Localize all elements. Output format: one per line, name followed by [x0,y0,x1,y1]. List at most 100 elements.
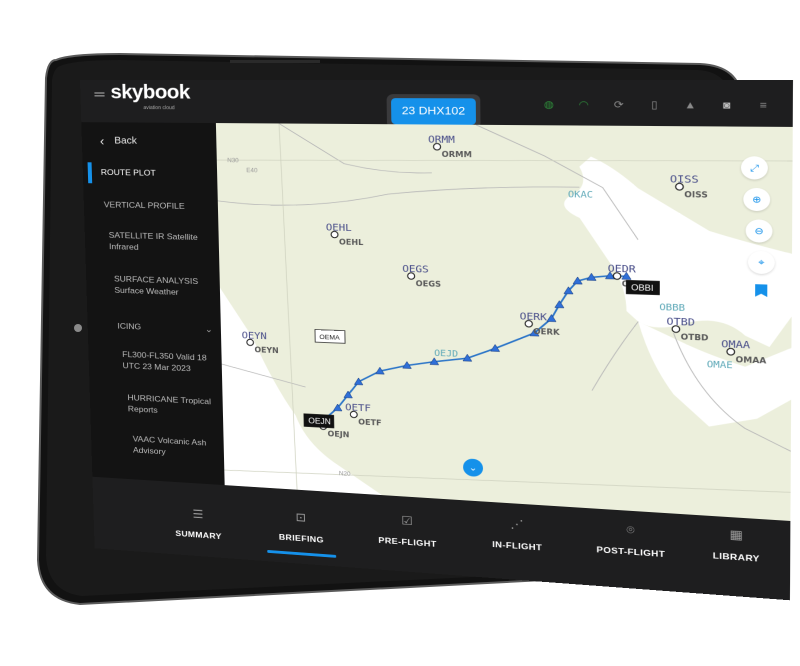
chevron-left-icon: ‹ [99,133,105,149]
active-tab-indicator [267,549,337,558]
camera-icon[interactable]: ◙ [719,99,734,112]
status-icons: ◍ ◠ ⟳ ▯ ▲ ◙ ≡ [542,99,771,112]
fir-label: OMAE [707,360,733,372]
sidebar-item[interactable]: HURRICANE Tropical Reports [90,390,223,419]
airport-code: OEHL [326,222,352,234]
airport-marker[interactable]: OISS OISS [670,174,708,200]
airport-sub-label: OEJN [327,429,349,439]
app-logo-subtitle: aviation cloud [143,105,175,112]
notification-bell-icon[interactable]: ▲ [683,99,697,112]
svg-text:OEMA: OEMA [319,334,340,342]
sidebar-item[interactable]: SURFACE ANALYSIS Surface Weather [86,272,220,299]
sidebar-item-label: ROUTE PLOT [100,167,156,178]
sidebar-item-label: VAAC Volcanic Ash Advisory [132,433,207,457]
back-button[interactable]: ‹ Back [100,134,137,149]
water-red-sea [219,287,382,496]
airport-sub-label: ORMM [442,150,472,160]
sidebar-item-label: ICING [117,320,142,332]
recenter-button[interactable]: ⌖ [747,250,775,275]
airport-code: ORMM [428,134,455,146]
nav-tab-pre-flight[interactable]: ☑ PRE-FLIGHT [353,509,462,551]
nav-tab-in-flight[interactable]: ⋰ IN-FLIGHT [461,512,573,555]
sidebar-item[interactable]: ICING ⌄ [87,319,221,336]
svg-text:OBBI: OBBI [631,283,653,293]
collapse-panel-button[interactable]: ⌄ [462,458,484,478]
route-waypoint[interactable] [555,301,564,308]
nav-tab-label: PRE-FLIGHT [378,535,437,549]
sidebar-item-label: VERTICAL PROFILE [103,199,185,211]
active-item-indicator [87,162,93,184]
airport-dot [433,143,440,150]
nav-tab-summary[interactable]: ☰ SUMMARY [147,502,249,543]
fir-label: OBBB [659,303,685,314]
airport-dot [672,326,680,333]
fir-box-tag[interactable]: OEMA [315,330,345,344]
front-camera [74,324,82,332]
sidebar-item-label: SURFACE ANALYSIS Surface Weather [113,273,199,297]
sidebar-item[interactable]: VERTICAL PROFILE [84,198,218,212]
airport-code: OEDR [608,263,636,275]
airport-code: OMAA [721,339,750,352]
briefing-icon: ⊡ [295,510,307,525]
airport-dot [247,339,254,345]
airport-dot [350,411,357,418]
map-canvas[interactable]: N30 E40 N20 ORMM ORMM OISS OISS OEHL OEHL OEGS… [216,123,793,521]
airport-code: OETF [345,402,371,414]
chevron-down-icon: ⌄ [468,462,478,473]
airport-sub-label: OMAA [736,355,767,366]
sidebar-item[interactable]: VAAC Volcanic Ash Advisory [91,431,224,461]
route-waypoint[interactable] [354,378,363,385]
route-map[interactable]: N30 E40 N20 ORMM ORMM OISS OISS OEHL OEHL OEGS… [215,123,793,521]
wifi-icon[interactable]: ◠ [577,99,591,111]
zoom-out-icon: ⊖ [754,225,764,236]
post-flight-icon: ⌾ [626,522,635,538]
sidebar-item[interactable]: FL300-FL350 Valid 18 UTC 23 Mar 2023 [88,347,222,376]
sidebar-item[interactable]: ROUTE PLOT [83,162,218,184]
settings-sliders-icon[interactable]: ≡ [756,99,771,112]
origin-tag[interactable]: OEJN [304,414,334,428]
airport-sub-label: OTBD [681,332,709,342]
in-flight-icon: ⋰ [510,516,524,532]
airport-sub-label: OEYN [254,345,278,355]
airport-code: OISS [670,174,699,186]
bookmark-icon[interactable]: ▯ [647,99,661,112]
destination-tag[interactable]: OBBI [626,280,659,294]
hamburger-menu-icon[interactable] [94,92,105,100]
connection-status-icon[interactable]: ◍ [542,99,556,111]
airport-code: OEGS [402,264,429,276]
recenter-icon: ⌖ [758,256,765,268]
sidebar-item-label: FL300-FL350 Valid 18 UTC 23 Mar 2023 [122,349,207,374]
airport-sub-label: OERK [533,327,560,337]
route-waypoint[interactable] [547,314,556,321]
summary-icon: ☰ [192,507,204,522]
fir-label: OEJD [434,349,458,360]
airport-sub-label: OEHL [339,237,364,247]
fullscreen-button[interactable]: ⤢ [740,156,768,180]
airport-marker[interactable]: OEGS OEGS [402,264,441,289]
briefing-sidebar: ‹ Back ROUTE PLOT VERTICAL PROFILE SATELLI… [81,122,225,486]
nav-tab-briefing[interactable]: ⊡ BRIEFING [249,505,354,546]
airport-sub-label: OEGS [416,279,442,289]
sidebar-item[interactable]: SATELLITE IR Satellite Infrared [85,229,219,255]
sync-icon[interactable]: ⟳ [612,99,626,112]
nav-tab-label: SUMMARY [175,528,222,542]
nav-tab-post-flight[interactable]: ⌾ POST-FLIGHT [573,517,689,561]
nav-tab-library[interactable]: ▦ LIBRARY [677,522,796,566]
airport-sub-label: OISS [684,190,708,200]
zoom-in-button[interactable]: ⊕ [743,187,771,212]
nav-tab-label: IN-FLIGHT [492,539,543,553]
airport-dot [525,320,532,327]
airport-marker[interactable]: OEHL OEHL [326,222,364,247]
pre-flight-icon: ☑ [401,513,413,528]
zoom-out-button[interactable]: ⊖ [745,219,773,243]
back-label: Back [114,135,137,147]
svg-text:OEJN: OEJN [308,416,331,426]
airport-marker[interactable]: OETF OETF [345,402,382,427]
top-bar: skybook aviation cloud 23 DHX102 ◍ ◠ ⟳ ▯ ▲ ◙ ≡ [80,80,794,129]
flight-badge[interactable]: 23 DHX102 [390,98,477,125]
airport-marker[interactable]: ORMM ORMM [428,134,472,159]
airport-dot [613,273,620,280]
grid-label-e40: E40 [246,168,258,174]
tablet-screen: skybook aviation cloud 23 DHX102 ◍ ◠ ⟳ ▯ ▲ ◙ ≡… [80,80,796,601]
fullscreen-icon: ⤢ [749,162,759,173]
